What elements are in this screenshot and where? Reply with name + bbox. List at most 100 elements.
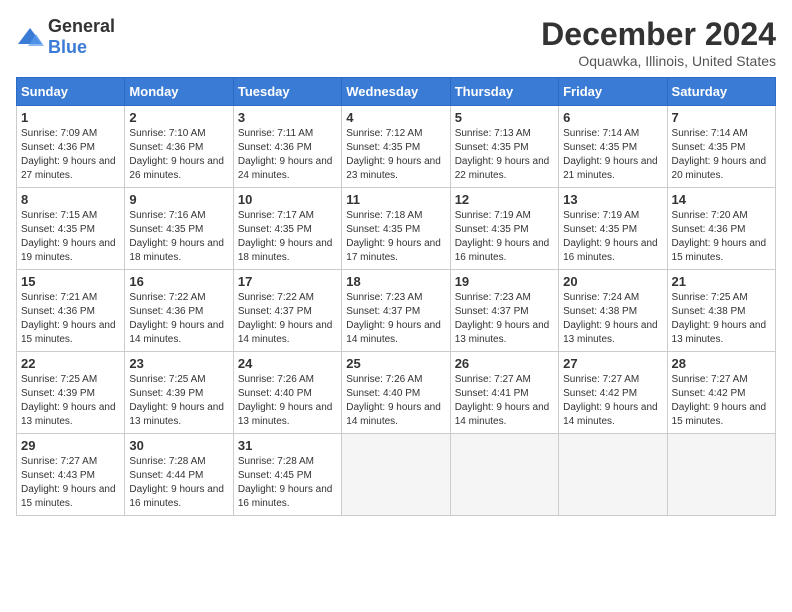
day-info: Sunrise: 7:25 AMSunset: 4:38 PMDaylight:… <box>672 291 771 347</box>
day-info: Sunrise: 7:09 AMSunset: 4:36 PMDaylight:… <box>21 127 120 183</box>
day-number: 7 <box>672 110 771 125</box>
day-of-week-header: Wednesday <box>342 78 450 106</box>
calendar-day-cell: 22 Sunrise: 7:25 AMSunset: 4:39 PMDayligh… <box>17 352 125 434</box>
day-of-week-header: Thursday <box>450 78 558 106</box>
calendar-day-cell: 29 Sunrise: 7:27 AMSunset: 4:43 PMDayligh… <box>17 434 125 516</box>
day-number: 19 <box>455 274 554 289</box>
calendar-day-cell: 16Sunrise: 7:22 AMSunset: 4:36 PMDayligh… <box>125 270 233 352</box>
day-number: 20 <box>563 274 662 289</box>
calendar-day-cell: 8 Sunrise: 7:15 AMSunset: 4:35 PMDaylight… <box>17 188 125 270</box>
calendar-week-row: 22 Sunrise: 7:25 AMSunset: 4:39 PMDayligh… <box>17 352 776 434</box>
logo-blue: Blue <box>48 37 87 57</box>
calendar-day-cell: 18 Sunrise: 7:23 AMSunset: 4:37 PMDayligh… <box>342 270 450 352</box>
day-of-week-header: Sunday <box>17 78 125 106</box>
calendar-day-cell: 4 Sunrise: 7:12 AMSunset: 4:35 PMDaylight… <box>342 106 450 188</box>
day-info: Sunrise: 7:21 AMSunset: 4:36 PMDaylight:… <box>21 291 120 347</box>
day-info: Sunrise: 7:14 AMSunset: 4:35 PMDaylight:… <box>563 127 662 183</box>
calendar-day-cell: 3 Sunrise: 7:11 AMSunset: 4:36 PMDaylight… <box>233 106 341 188</box>
day-number: 10 <box>238 192 337 207</box>
day-number: 1 <box>21 110 120 125</box>
calendar-day-cell: 5 Sunrise: 7:13 AMSunset: 4:35 PMDaylight… <box>450 106 558 188</box>
logo: General Blue <box>16 16 115 58</box>
day-number: 2 <box>129 110 228 125</box>
day-info: Sunrise: 7:10 AMSunset: 4:36 PMDaylight:… <box>129 127 228 183</box>
day-info: Sunrise: 7:14 AMSunset: 4:35 PMDaylight:… <box>672 127 771 183</box>
calendar-day-cell: 7 Sunrise: 7:14 AMSunset: 4:35 PMDaylight… <box>667 106 775 188</box>
calendar-body: 1 Sunrise: 7:09 AMSunset: 4:36 PMDaylight… <box>17 106 776 516</box>
day-number: 3 <box>238 110 337 125</box>
calendar-table: SundayMondayTuesdayWednesdayThursdayFrid… <box>16 77 776 516</box>
page-header: General Blue December 2024 Oquawka, Illi… <box>16 16 776 69</box>
day-info: Sunrise: 7:18 AMSunset: 4:35 PMDaylight:… <box>346 209 445 265</box>
day-of-week-header: Saturday <box>667 78 775 106</box>
day-number: 11 <box>346 192 445 207</box>
day-info: Sunrise: 7:27 AMSunset: 4:42 PMDaylight:… <box>672 373 771 429</box>
calendar-day-cell <box>342 434 450 516</box>
calendar-week-row: 8 Sunrise: 7:15 AMSunset: 4:35 PMDaylight… <box>17 188 776 270</box>
day-number: 4 <box>346 110 445 125</box>
day-number: 23 <box>129 356 228 371</box>
day-info: Sunrise: 7:28 AMSunset: 4:45 PMDaylight:… <box>238 455 337 511</box>
day-number: 8 <box>21 192 120 207</box>
day-info: Sunrise: 7:26 AMSunset: 4:40 PMDaylight:… <box>346 373 445 429</box>
calendar-week-row: 1 Sunrise: 7:09 AMSunset: 4:36 PMDaylight… <box>17 106 776 188</box>
day-number: 12 <box>455 192 554 207</box>
calendar-day-cell: 2 Sunrise: 7:10 AMSunset: 4:36 PMDaylight… <box>125 106 233 188</box>
day-of-week-header: Tuesday <box>233 78 341 106</box>
day-info: Sunrise: 7:24 AMSunset: 4:38 PMDaylight:… <box>563 291 662 347</box>
day-info: Sunrise: 7:13 AMSunset: 4:35 PMDaylight:… <box>455 127 554 183</box>
day-of-week-header: Friday <box>559 78 667 106</box>
calendar-day-cell: 13 Sunrise: 7:19 AMSunset: 4:35 PMDayligh… <box>559 188 667 270</box>
day-info: Sunrise: 7:23 AMSunset: 4:37 PMDaylight:… <box>346 291 445 347</box>
logo-general: General <box>48 16 115 36</box>
calendar-week-row: 15 Sunrise: 7:21 AMSunset: 4:36 PMDayligh… <box>17 270 776 352</box>
day-info: Sunrise: 7:22 AMSunset: 4:37 PMDaylight:… <box>238 291 337 347</box>
calendar-day-cell: 9 Sunrise: 7:16 AMSunset: 4:35 PMDaylight… <box>125 188 233 270</box>
day-number: 31 <box>238 438 337 453</box>
day-info: Sunrise: 7:19 AMSunset: 4:35 PMDaylight:… <box>455 209 554 265</box>
day-number: 18 <box>346 274 445 289</box>
day-number: 5 <box>455 110 554 125</box>
calendar-day-cell: 20 Sunrise: 7:24 AMSunset: 4:38 PMDayligh… <box>559 270 667 352</box>
day-info: Sunrise: 7:19 AMSunset: 4:35 PMDaylight:… <box>563 209 662 265</box>
day-number: 25 <box>346 356 445 371</box>
day-number: 15 <box>21 274 120 289</box>
calendar-day-cell: 11 Sunrise: 7:18 AMSunset: 4:35 PMDayligh… <box>342 188 450 270</box>
calendar-day-cell: 21 Sunrise: 7:25 AMSunset: 4:38 PMDayligh… <box>667 270 775 352</box>
day-info: Sunrise: 7:23 AMSunset: 4:37 PMDaylight:… <box>455 291 554 347</box>
day-number: 30 <box>129 438 228 453</box>
calendar-day-cell: 30 Sunrise: 7:28 AMSunset: 4:44 PMDayligh… <box>125 434 233 516</box>
day-info: Sunrise: 7:28 AMSunset: 4:44 PMDaylight:… <box>129 455 228 511</box>
day-info: Sunrise: 7:26 AMSunset: 4:40 PMDaylight:… <box>238 373 337 429</box>
day-info: Sunrise: 7:15 AMSunset: 4:35 PMDaylight:… <box>21 209 120 265</box>
day-number: 21 <box>672 274 771 289</box>
calendar-day-cell: 10 Sunrise: 7:17 AMSunset: 4:35 PMDayligh… <box>233 188 341 270</box>
calendar-day-cell: 6Sunrise: 7:14 AMSunset: 4:35 PMDaylight… <box>559 106 667 188</box>
month-title: December 2024 <box>541 16 776 53</box>
day-info: Sunrise: 7:27 AMSunset: 4:43 PMDaylight:… <box>21 455 120 511</box>
day-info: Sunrise: 7:27 AMSunset: 4:42 PMDaylight:… <box>563 373 662 429</box>
calendar-day-cell: 19 Sunrise: 7:23 AMSunset: 4:37 PMDayligh… <box>450 270 558 352</box>
calendar-day-cell: 14Sunrise: 7:20 AMSunset: 4:36 PMDayligh… <box>667 188 775 270</box>
day-info: Sunrise: 7:12 AMSunset: 4:35 PMDaylight:… <box>346 127 445 183</box>
day-number: 28 <box>672 356 771 371</box>
calendar-day-cell: 12 Sunrise: 7:19 AMSunset: 4:35 PMDayligh… <box>450 188 558 270</box>
day-info: Sunrise: 7:11 AMSunset: 4:36 PMDaylight:… <box>238 127 337 183</box>
location-title: Oquawka, Illinois, United States <box>541 53 776 69</box>
day-info: Sunrise: 7:25 AMSunset: 4:39 PMDaylight:… <box>21 373 120 429</box>
day-number: 29 <box>21 438 120 453</box>
calendar-day-cell <box>667 434 775 516</box>
calendar-day-cell: 23Sunrise: 7:25 AMSunset: 4:39 PMDayligh… <box>125 352 233 434</box>
day-number: 13 <box>563 192 662 207</box>
calendar-day-cell: 27 Sunrise: 7:27 AMSunset: 4:42 PMDayligh… <box>559 352 667 434</box>
day-number: 16 <box>129 274 228 289</box>
calendar-day-cell: 25 Sunrise: 7:26 AMSunset: 4:40 PMDayligh… <box>342 352 450 434</box>
day-number: 22 <box>21 356 120 371</box>
day-info: Sunrise: 7:16 AMSunset: 4:35 PMDaylight:… <box>129 209 228 265</box>
day-number: 17 <box>238 274 337 289</box>
day-info: Sunrise: 7:17 AMSunset: 4:35 PMDaylight:… <box>238 209 337 265</box>
calendar-day-cell: 15 Sunrise: 7:21 AMSunset: 4:36 PMDayligh… <box>17 270 125 352</box>
day-number: 27 <box>563 356 662 371</box>
calendar-day-cell: 1 Sunrise: 7:09 AMSunset: 4:36 PMDaylight… <box>17 106 125 188</box>
day-number: 9 <box>129 192 228 207</box>
